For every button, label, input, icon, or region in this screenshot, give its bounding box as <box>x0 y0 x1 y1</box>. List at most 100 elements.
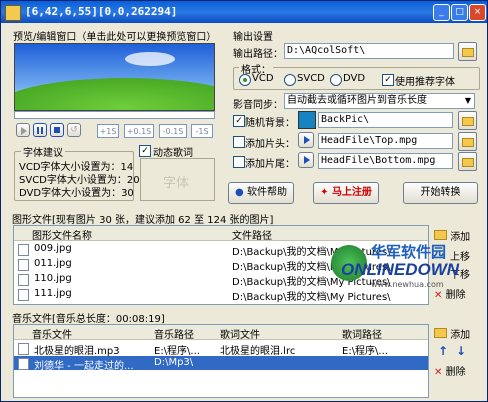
tail-file-field[interactable]: HeadFile\Bottom.mpg <box>318 153 453 169</box>
head-play-button[interactable] <box>298 132 314 148</box>
sync-select[interactable]: 自动截去或循环图片到音乐长度 ▼ <box>284 93 475 109</box>
time-minus-01s-button[interactable]: -0.1S <box>159 124 187 138</box>
maximize-button[interactable]: □ <box>451 4 468 21</box>
site-watermark: 华军软件园 ONLINEDOWN www.newhua.com <box>331 241 481 291</box>
loop-button[interactable]: ↺ <box>67 123 81 137</box>
music-col-lyric[interactable]: 歌词文件 <box>220 326 260 341</box>
format-svcd-label: SVCD <box>297 73 325 84</box>
file-icon <box>18 259 29 271</box>
table-row[interactable]: 北极星的眼泪.mp3 E:\程序\... 北极星的眼泪.lrc E:\程序\... <box>14 341 428 357</box>
time-plus-01s-button[interactable]: +0.1S <box>124 124 154 138</box>
watermark-brand: ONLINEDOWN <box>341 260 460 279</box>
minimize-button[interactable]: _ <box>433 4 450 21</box>
add-tail-checkbox[interactable] <box>233 156 245 168</box>
image-name: 009.jpg <box>34 243 72 254</box>
tail-folder-icon[interactable] <box>458 152 477 171</box>
preview-progress-bar[interactable] <box>14 111 215 119</box>
output-path-field[interactable]: D:\AQcolSoft\ <box>284 43 454 59</box>
format-vcd-radio[interactable] <box>239 74 251 86</box>
music-up-arrow-icon[interactable]: ↑ <box>438 344 448 358</box>
lyric-name: 北极星的眼泪.lrc <box>220 346 296 357</box>
help-button[interactable]: ● 软件帮助 <box>228 182 294 204</box>
random-bg-field[interactable]: BackPic\ <box>318 112 453 128</box>
tail-play-button[interactable] <box>298 152 314 168</box>
image-name: 011.jpg <box>34 258 72 269</box>
app-icon <box>5 5 21 21</box>
images-group-label: 图形文件[现有图片 30 张，建议添加 62 至 124 张的图片] <box>12 215 274 226</box>
music-add-label: 添加 <box>450 330 471 341</box>
recommend-font-checkbox[interactable]: ✓ <box>382 74 394 86</box>
music-col-name[interactable]: 音乐文件 <box>32 326 72 341</box>
font-sample-box[interactable]: 字体 <box>140 158 215 201</box>
images-col-path[interactable]: 文件路径 <box>232 227 272 242</box>
lyric-path: E:\程序\... <box>342 346 388 357</box>
images-col-name[interactable]: 图形文件名称 <box>32 227 92 242</box>
music-col-lyric-path[interactable]: 歌词路径 <box>342 326 382 341</box>
format-svcd-radio[interactable] <box>284 74 296 86</box>
dvd-font-suggest: DVD字体大小设置为：30 <box>19 188 134 199</box>
delete-icon: ✕ <box>434 367 443 378</box>
music-group-label: 音乐文件[音乐总长度：00:08:19] <box>12 314 165 325</box>
add-head-label: 添加片头： <box>245 139 295 150</box>
add-tail-label: 添加片尾： <box>245 159 295 170</box>
folder-icon <box>434 328 447 338</box>
register-icon: ✦ <box>320 187 329 198</box>
table-row[interactable]: 刘德华 - 一起走过的... D:\Mp3\ <box>14 356 428 372</box>
file-icon <box>18 274 29 286</box>
stop-button[interactable] <box>50 123 64 137</box>
folder-icon <box>434 230 447 240</box>
time-plus-1s-button[interactable]: +1S <box>97 124 119 138</box>
music-down-arrow-icon[interactable]: ↓ <box>456 344 466 358</box>
music-path: D:\Mp3\ <box>154 357 194 368</box>
random-bg-label: 随机背景： <box>245 118 295 129</box>
music-name: 北极星的眼泪.mp3 <box>34 346 120 357</box>
watermark-url: www.newhua.com <box>371 280 444 289</box>
dynamic-lyrics-checkbox[interactable]: ✓ <box>139 145 151 157</box>
sync-label: 影音同步： <box>233 100 283 111</box>
close-button[interactable]: × <box>469 4 486 21</box>
add-head-checkbox[interactable] <box>233 136 245 148</box>
preview-group-label[interactable]: 预览/编辑窗口（单击此处可以更换预览窗口） <box>13 28 216 43</box>
register-button[interactable]: ✦ 马上注册 <box>313 182 379 204</box>
images-delete-label: 删除 <box>445 290 466 301</box>
output-group-label: 输出设置 <box>233 32 273 43</box>
random-bg-checkbox[interactable]: ✓ <box>233 115 245 127</box>
title-bar[interactable]: [6,42,6,55][0,0,262294] _ □ × <box>1 1 487 23</box>
file-icon <box>18 343 29 355</box>
image-name: 110.jpg <box>34 273 72 284</box>
chevron-down-icon: ▼ <box>464 96 471 105</box>
help-button-label: 软件帮助 <box>246 187 287 198</box>
output-path-label: 输出路径： <box>233 49 283 60</box>
music-delete-label: 删除 <box>445 367 466 378</box>
music-path: E:\程序\... <box>154 346 200 357</box>
preview-image[interactable] <box>14 43 215 111</box>
register-button-label: 马上注册 <box>331 187 372 198</box>
font-suggest-label: 字体建议 <box>21 144 65 159</box>
time-minus-1s-button[interactable]: -1S <box>191 124 213 138</box>
output-path-folder-icon[interactable] <box>458 42 477 61</box>
format-vcd-label: VCD <box>252 73 274 84</box>
music-delete-button[interactable]: ✕ 删除 <box>434 363 466 378</box>
music-add-button[interactable]: 添加 <box>434 326 470 341</box>
play-button[interactable] <box>16 123 30 137</box>
pause-button[interactable] <box>33 123 47 137</box>
file-icon <box>18 358 29 370</box>
image-name: 111.jpg <box>34 288 72 299</box>
images-list-header: 图形文件名称 文件路径 <box>14 226 428 242</box>
format-dvd-radio[interactable] <box>330 74 342 86</box>
head-file-field[interactable]: HeadFile\Top.mpg <box>318 133 453 149</box>
bg-folder-icon[interactable] <box>458 111 477 130</box>
recommend-font-label: 使用推荐字体 <box>395 77 455 88</box>
dynamic-lyrics-label: 动态歌词 <box>153 148 193 159</box>
music-name: 刘德华 - 一起走过的... <box>34 361 134 372</box>
bg-color-swatch[interactable] <box>298 111 316 129</box>
music-list-header: 音乐文件 音乐路径 歌词文件 歌词路径 <box>14 325 428 341</box>
head-folder-icon[interactable] <box>458 132 477 151</box>
music-list[interactable]: 音乐文件 音乐路径 歌词文件 歌词路径 北极星的眼泪.mp3 E:\程序\... 北… <box>13 324 429 398</box>
delete-icon: ✕ <box>434 290 443 301</box>
start-convert-button[interactable]: 开始转换 <box>403 182 478 204</box>
music-col-path[interactable]: 音乐路径 <box>154 326 194 341</box>
sync-select-value: 自动截去或循环图片到音乐长度 <box>287 95 427 106</box>
file-icon <box>18 244 29 256</box>
watermark-title: 华军软件园 <box>371 243 447 261</box>
